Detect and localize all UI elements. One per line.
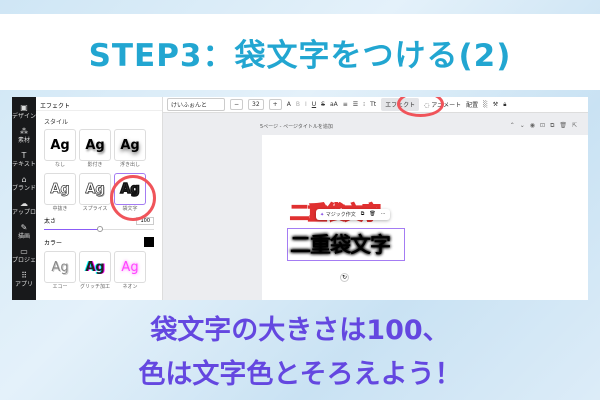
duplicate-icon[interactable]: ⧉ [361, 211, 365, 218]
thickness-slider[interactable] [44, 226, 154, 232]
instruction-line-2: 色は文字色とそろえよう！ [138, 359, 462, 390]
style-caption: なし [54, 162, 65, 168]
font-select[interactable]: けいふぉんと [167, 98, 225, 111]
magic-write-label: マジック作文 [325, 212, 356, 218]
strikethrough-icon[interactable]: S [321, 101, 325, 108]
style-glitch[interactable]: Ag [79, 251, 111, 283]
style-neon[interactable]: Ag [114, 251, 146, 283]
instruction-line-1: 袋文字の大きさは100、 [150, 315, 450, 346]
sidebar-item-text[interactable]: T テキスト [12, 149, 36, 173]
color-swatch[interactable] [144, 237, 154, 247]
style-caption: 浮き出し [119, 162, 140, 168]
page-title-bar[interactable]: 5ページ - ページタイトルを追加 [260, 123, 333, 130]
list-icon[interactable]: ☰ [353, 101, 358, 108]
align-icon[interactable]: ≡ [343, 101, 348, 108]
text-element-selected[interactable]: 二重袋文字 [287, 228, 405, 261]
style-caption: スプライス [82, 206, 108, 212]
style-label: スタイル [44, 119, 69, 126]
panel-header: エフェクト [36, 97, 162, 111]
style-caption: エコー [52, 284, 68, 290]
position-button[interactable]: 配置 [466, 100, 478, 109]
underline-icon[interactable]: U [312, 101, 316, 108]
sidebar-item-apps[interactable]: ⠿ アプリ [12, 269, 36, 293]
sidebar-item-draw[interactable]: ✎ 描画 [12, 221, 36, 245]
thickness-label: 太さ [44, 218, 57, 225]
case-icon[interactable]: aA [330, 101, 338, 108]
text-box-icon[interactable]: Tt [370, 101, 376, 108]
delete-icon[interactable]: 🗑︎ [369, 211, 375, 218]
page-controls[interactable]: ⌃⌄◉⊡⧉🗑︎⇱ [510, 122, 582, 130]
highlight-circle [110, 175, 156, 221]
italic-icon[interactable]: I [305, 101, 307, 108]
style-caption: 影付き [87, 162, 103, 168]
lock-icon[interactable]: 🔒︎ [503, 101, 506, 109]
font-size-input[interactable]: 32 [248, 99, 264, 110]
sidebar-item-projects[interactable]: ▭ プロジェクト [12, 245, 48, 269]
sidebar-item-design[interactable]: ▣ デザイン [12, 101, 36, 125]
more-button[interactable]: ⋯ [381, 211, 386, 218]
sidebar-item-brand[interactable]: ⌂ ブランド [12, 173, 36, 197]
highlight-circle [397, 97, 444, 117]
spacing-icon[interactable]: ⁝ [363, 101, 365, 108]
style-caption: 中抜き [52, 206, 68, 212]
size-minus-button[interactable]: − [230, 99, 244, 110]
style-hollow[interactable]: Ag [44, 173, 76, 205]
transparency-icon[interactable]: ░ [483, 101, 488, 108]
style-shadow[interactable]: Ag [79, 129, 111, 161]
bold-icon[interactable]: B [296, 101, 300, 108]
canva-screenshot: ▣ デザイン ⁂ 素材 T テキスト ⌂ ブランド ☁ アップロード ✎ 描画 ▭ プロジェク… [12, 97, 588, 300]
toolbar: けいふぉんと − 32 + A B I U S aA ≡ ☰ ⁝ Tt エフェク… [163, 97, 588, 113]
style-splice[interactable]: Ag [79, 173, 111, 205]
rotate-handle-icon[interactable]: ↻ [340, 273, 349, 282]
magic-write-button[interactable]: ✦ マジック作文 [320, 211, 356, 218]
sidebar-item-elements[interactable]: ⁂ 素材 [12, 125, 36, 149]
size-plus-button[interactable]: + [268, 99, 282, 110]
format-paint-icon[interactable]: ⚒ [493, 101, 498, 108]
style-none[interactable]: Ag [44, 129, 76, 161]
style-echo[interactable]: Ag [44, 251, 76, 283]
text-color-icon[interactable]: A [287, 101, 291, 108]
style-caption: ネオン [122, 284, 138, 290]
sidebar: ▣ デザイン ⁂ 素材 T テキスト ⌂ ブランド ☁ アップロード ✎ 描画 ▭ プロジェク… [12, 97, 48, 300]
color-label: カラー [44, 239, 63, 247]
page-title: STEP3：袋文字をつける(2) [88, 37, 512, 74]
sidebar-item-upload[interactable]: ☁ アップロード [12, 197, 48, 221]
style-lift[interactable]: Ag [114, 129, 146, 161]
context-popup: ✦ マジック作文 ⧉ 🗑︎ ⋯ [316, 209, 390, 220]
style-caption: グリッチ加工 [79, 284, 110, 290]
title-band: STEP3：袋文字をつける(2) [0, 14, 600, 90]
